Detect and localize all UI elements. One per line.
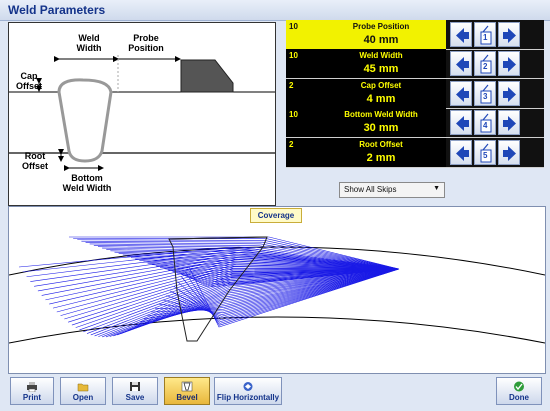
arrow-left-icon: [456, 28, 469, 43]
weld-diagram-drawing: Weld Width Probe Position Cap Offset Root Of…: [9, 33, 275, 193]
probe-shape: [180, 59, 234, 93]
parameter-step: 2: [289, 80, 294, 90]
parameter-value-box[interactable]: 2 Root Offset 2 mm: [286, 137, 446, 167]
index-number: 2: [483, 62, 488, 72]
floppy-icon: [130, 382, 140, 391]
parameter-step: 10: [289, 51, 298, 61]
parameter-step: 10: [289, 110, 298, 120]
parameter-value: 30 mm: [363, 122, 399, 135]
arrow-left-icon: [456, 57, 469, 73]
skips-dropdown[interactable]: Show All Skips ▼: [339, 182, 445, 198]
bottom-toolbar: Print Open Save Bevel Flip Horizontally …: [0, 374, 550, 411]
parameter-value: 40 mm: [363, 34, 399, 46]
window-title: Weld Parameters: [8, 3, 106, 17]
bottom-weld-width-label: Bottom Weld Width: [63, 173, 112, 193]
title-bar: Weld Parameters: [0, 0, 550, 21]
increase-button[interactable]: [498, 110, 520, 136]
print-label: Print: [22, 393, 42, 402]
decrease-button[interactable]: [450, 80, 472, 106]
increase-button[interactable]: [498, 22, 520, 47]
inner-wall-arc: [9, 316, 545, 344]
parameter-value-box[interactable]: 2 Cap Offset 4 mm: [286, 78, 446, 108]
parameter-row: 10 Probe Position 40 mm 1: [286, 20, 544, 50]
open-label: Open: [72, 393, 94, 402]
index-number: 5: [483, 150, 488, 160]
index-button[interactable]: 5: [474, 139, 496, 165]
save-label: Save: [125, 393, 145, 402]
folder-icon: [77, 383, 89, 392]
index-number: 4: [483, 121, 488, 131]
flip-icon: [243, 382, 253, 391]
done-label: Done: [509, 393, 529, 402]
arrow-right-icon: [503, 145, 516, 161]
bevel-button[interactable]: Bevel: [164, 377, 210, 405]
index-number: 1: [483, 33, 488, 42]
parameter-value-box[interactable]: 10 Bottom Weld Width 30 mm: [286, 108, 446, 138]
open-button[interactable]: Open: [60, 377, 106, 405]
skips-dropdown-value: Show All Skips: [344, 185, 397, 194]
parameter-label: Cap Offset: [360, 80, 402, 90]
parameter-label: Probe Position: [352, 22, 410, 31]
arrow-left-icon: [456, 145, 469, 161]
weld-diagram: Weld Width Probe Position Cap Offset Root Of…: [8, 22, 276, 206]
decrease-button[interactable]: [450, 51, 472, 77]
bevel-label: Bevel: [176, 393, 198, 402]
print-button[interactable]: Print: [10, 377, 54, 405]
decrease-button[interactable]: [450, 139, 472, 165]
parameter-value-box[interactable]: 10 Probe Position 40 mm: [286, 20, 446, 49]
arrow-left-icon: [456, 116, 469, 132]
printer-icon: [27, 382, 37, 392]
index-button[interactable]: 3: [474, 80, 496, 106]
flip-horizontally-button[interactable]: Flip Horizontally: [214, 377, 282, 405]
increase-button[interactable]: [498, 139, 520, 165]
done-button[interactable]: Done: [496, 377, 542, 405]
chevron-down-icon: ▼: [433, 185, 440, 192]
parameter-value: 4 mm: [366, 92, 396, 105]
index-number: 3: [483, 91, 488, 101]
increase-button[interactable]: [498, 51, 520, 77]
weld-width-label: Weld Width: [77, 33, 102, 53]
parameter-value-box[interactable]: 10 Weld Width 45 mm: [286, 49, 446, 79]
root-offset-label: Root Offset: [22, 151, 48, 171]
arrow-right-icon: [503, 116, 516, 132]
probe-position-label: Probe Position: [128, 33, 164, 53]
index-button[interactable]: 1: [474, 22, 496, 47]
coverage-plot-drawing: [9, 236, 545, 344]
parameter-row: 10 Weld Width 45 mm 2: [286, 49, 544, 80]
index-button[interactable]: 4: [474, 110, 496, 136]
check-icon: [514, 381, 524, 392]
parameter-label: Weld Width: [359, 51, 403, 61]
parameter-label: Root Offset: [359, 139, 403, 149]
weld-bead: [57, 78, 113, 163]
arrow-right-icon: [503, 86, 516, 102]
bevel-icon: [181, 381, 193, 392]
decrease-button[interactable]: [450, 22, 472, 47]
parameter-value: 2 mm: [366, 151, 396, 164]
save-button[interactable]: Save: [112, 377, 158, 405]
arrow-right-icon: [503, 57, 516, 73]
arrow-right-icon: [503, 28, 516, 43]
increase-button[interactable]: [498, 80, 520, 106]
coverage-plot: [8, 206, 546, 374]
parameter-step: 2: [289, 139, 294, 149]
cap-offset-label: Cap Offset: [16, 71, 42, 91]
parameter-label: Bottom Weld Width: [344, 110, 418, 120]
index-button[interactable]: 2: [474, 51, 496, 77]
decrease-button[interactable]: [450, 110, 472, 136]
parameter-row: 2 Cap Offset 4 mm 3: [286, 78, 544, 109]
parameter-panel: 10 Probe Position 40 mm 1 10 Weld Width 45 mm 2…: [286, 20, 544, 168]
parameter-step: 10: [289, 22, 298, 31]
arrow-left-icon: [456, 86, 469, 102]
flip-label: Flip Horizontally: [216, 393, 280, 402]
parameter-row: 2 Root Offset 2 mm 5: [286, 137, 544, 168]
coverage-label: Coverage: [250, 208, 302, 223]
parameter-value: 45 mm: [363, 63, 399, 76]
parameter-row: 10 Bottom Weld Width 30 mm 4: [286, 108, 544, 139]
